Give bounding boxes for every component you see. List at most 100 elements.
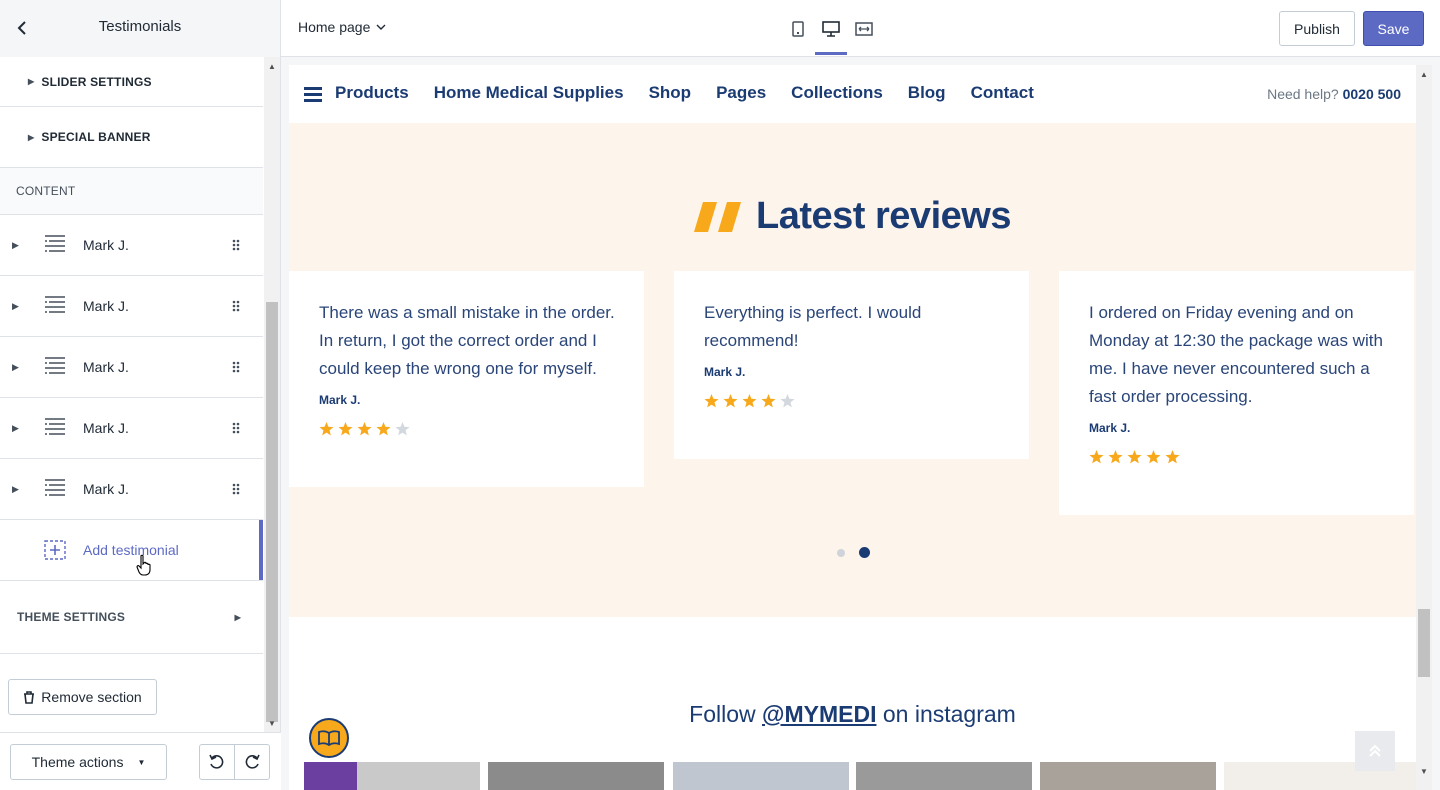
star-icon [376,422,391,436]
redo-button[interactable] [234,744,270,780]
page-selector[interactable]: Home page [298,19,386,35]
theme-actions-button[interactable]: Theme actions ▼ [10,744,167,780]
star-icon [780,394,795,408]
content-header: CONTENT [0,168,263,215]
add-testimonial-button[interactable]: Add testimonial [0,520,263,581]
sidebar: ▶ SLIDER SETTINGS ▶ SPECIAL BANNER CONTE… [0,57,281,790]
star-icon [761,394,776,408]
review-card: Everything is perfect. I would recommend… [674,271,1029,459]
star-icon [319,422,334,436]
star-icon [723,394,738,408]
theme-settings-section[interactable]: THEME SETTINGS ▶ [0,581,263,654]
preview-scrollbar[interactable] [1416,65,1432,790]
testimonial-block-icon [45,296,65,313]
save-button[interactable]: Save [1363,11,1424,46]
slider-dot[interactable] [859,547,870,558]
testimonial-block[interactable]: ▶ Mark J. [0,337,263,398]
star-icon [395,422,410,436]
theme-editor: Testimonials Home page Publish Save ▶ SL… [0,0,1440,790]
scroll-down-arrow-icon[interactable]: ▼ [266,716,278,730]
review-card: There was a small mistake in the order. … [289,271,644,487]
instagram-image[interactable] [488,762,664,790]
store-navigation: Products Home Medical Supplies Shop Pages Co… [289,65,1416,123]
add-testimonial-label: Add testimonial [83,542,179,558]
drag-handle-icon[interactable] [232,300,240,312]
testimonial-block[interactable]: ▶ Mark J. [0,215,263,276]
caret-right-icon: ▶ [28,132,35,142]
testimonial-block-name: Mark J. [83,481,129,497]
star-icon [704,394,719,408]
sidebar-scroll-area[interactable]: ▶ SLIDER SETTINGS ▶ SPECIAL BANNER CONTE… [0,57,263,732]
nav-item[interactable]: Contact [971,83,1034,103]
nav-item[interactable]: Products [335,83,409,103]
undo-button[interactable] [199,744,235,780]
hamburger-menu-icon[interactable] [304,87,322,102]
remove-section-label: Remove section [41,689,142,705]
testimonial-block[interactable]: ▶ Mark J. [0,398,263,459]
special-banner-section[interactable]: ▶ SPECIAL BANNER [0,107,263,168]
instagram-prefix: Follow [689,701,756,727]
instagram-handle[interactable]: @MYMEDI [762,701,876,727]
scroll-to-top-button[interactable] [1355,731,1395,771]
caret-right-icon: ▶ [234,612,241,622]
nav-item[interactable]: Shop [649,83,692,103]
nav-item[interactable]: Collections [791,83,883,103]
book-button[interactable] [309,718,349,758]
drag-handle-icon[interactable] [232,422,240,434]
section-label: SPECIAL BANNER [41,130,151,144]
preview-scrollbar-thumb[interactable] [1418,609,1430,677]
trash-icon [24,690,35,704]
reviews-heading: Latest reviews [289,195,1416,238]
back-button[interactable] [12,18,32,38]
testimonial-block-icon [45,479,65,496]
instagram-image[interactable] [856,762,1032,790]
quote-icon [694,201,742,232]
desktop-viewport-button[interactable] [815,14,847,55]
caret-right-icon[interactable]: ▶ [12,362,19,373]
caret-down-icon: ▼ [137,757,146,767]
star-icon [1089,450,1104,464]
instagram-image[interactable] [1040,762,1216,790]
testimonial-block-icon [45,235,65,252]
desktop-icon [822,21,840,37]
theme-actions-label: Theme actions [31,754,124,770]
sidebar-title: Testimonials [98,18,182,35]
testimonial-block[interactable]: ▶ Mark J. [0,459,263,520]
chevron-down-icon [376,24,386,30]
undo-icon [209,754,224,769]
caret-right-icon[interactable]: ▶ [12,423,19,434]
reviews-section: Latest reviews There was a small mistake… [289,123,1416,617]
sidebar-scrollbar-thumb[interactable] [266,302,278,722]
caret-right-icon[interactable]: ▶ [12,240,19,251]
caret-right-icon[interactable]: ▶ [12,484,19,495]
testimonial-block-name: Mark J. [83,237,129,253]
slider-settings-section[interactable]: ▶ SLIDER SETTINGS [0,57,263,107]
drag-handle-icon[interactable] [232,239,240,251]
scroll-up-arrow-icon[interactable]: ▲ [266,59,278,73]
instagram-image[interactable] [304,762,480,790]
caret-right-icon: ▶ [28,77,35,86]
publish-button[interactable]: Publish [1279,11,1355,46]
testimonial-block-name: Mark J. [83,420,129,436]
help-phone[interactable]: 0020 500 [1343,86,1401,102]
scroll-up-arrow-icon[interactable]: ▲ [1418,67,1430,81]
testimonial-block-name: Mark J. [83,359,129,375]
instagram-image[interactable] [673,762,849,790]
review-rating [1089,450,1180,464]
drag-handle-icon[interactable] [232,483,240,495]
testimonial-block[interactable]: ▶ Mark J. [0,276,263,337]
nav-item[interactable]: Home Medical Supplies [434,83,624,103]
caret-right-icon[interactable]: ▶ [12,301,19,312]
scroll-down-arrow-icon[interactable]: ▼ [1418,764,1430,778]
nav-item[interactable]: Blog [908,83,946,103]
redo-icon [245,754,260,769]
mobile-viewport-button[interactable] [782,14,814,44]
fullwidth-viewport-button[interactable] [848,14,880,44]
drag-handle-icon[interactable] [232,361,240,373]
testimonial-block-name: Mark J. [83,298,129,314]
review-rating [319,422,410,436]
slider-dot[interactable] [837,548,845,557]
nav-item[interactable]: Pages [716,83,766,103]
remove-section-button[interactable]: Remove section [8,679,157,715]
testimonial-block-icon [45,357,65,374]
